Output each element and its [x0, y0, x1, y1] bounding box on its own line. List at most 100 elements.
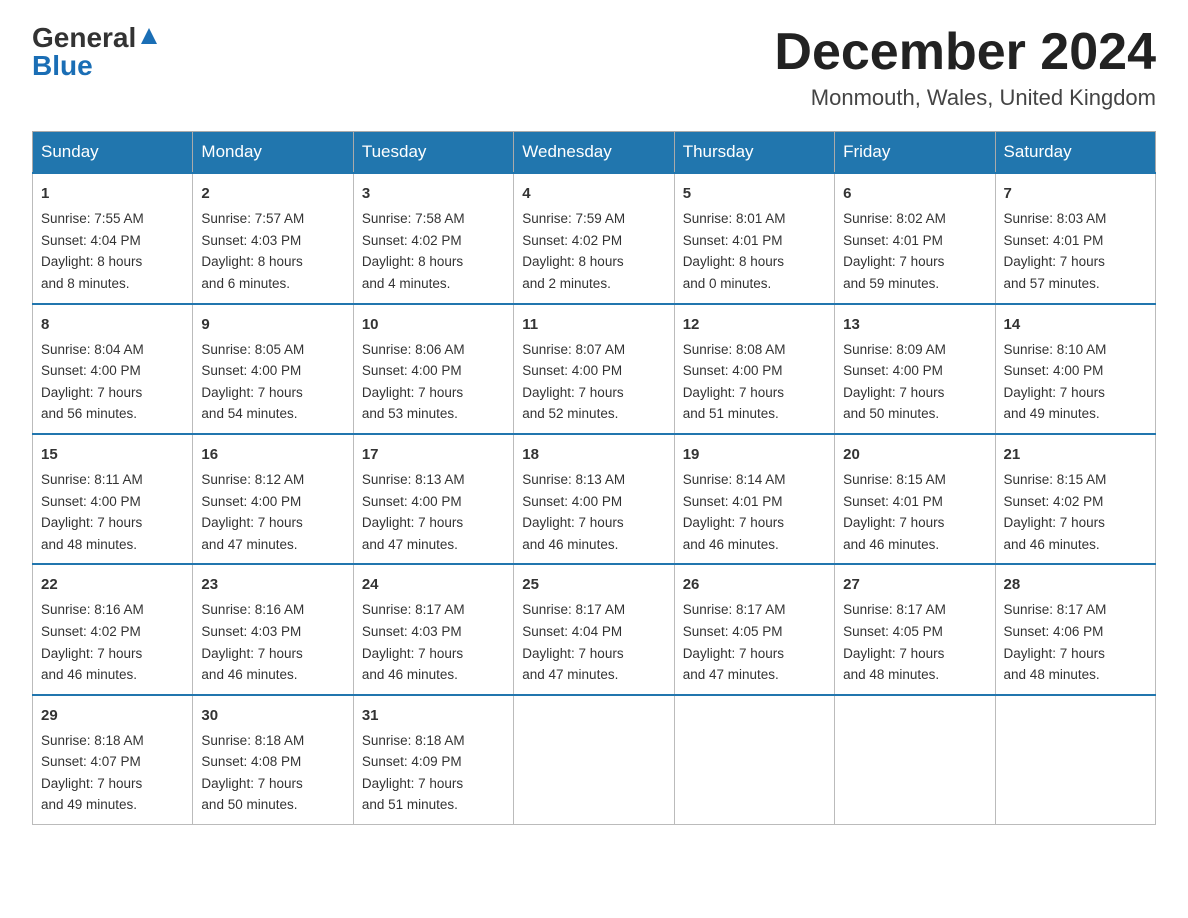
day-number: 22: [41, 573, 184, 597]
day-info: Sunrise: 8:12 AM Sunset: 4:00 PM Dayligh…: [201, 469, 344, 555]
day-number: 28: [1004, 573, 1147, 597]
day-number: 21: [1004, 443, 1147, 467]
day-info: Sunrise: 8:02 AM Sunset: 4:01 PM Dayligh…: [843, 208, 986, 294]
day-number: 27: [843, 573, 986, 597]
calendar-cell: 26Sunrise: 8:17 AM Sunset: 4:05 PM Dayli…: [674, 564, 834, 694]
day-number: 2: [201, 182, 344, 206]
calendar-cell: 27Sunrise: 8:17 AM Sunset: 4:05 PM Dayli…: [835, 564, 995, 694]
calendar-cell: 19Sunrise: 8:14 AM Sunset: 4:01 PM Dayli…: [674, 434, 834, 564]
calendar-cell: 12Sunrise: 8:08 AM Sunset: 4:00 PM Dayli…: [674, 304, 834, 434]
day-number: 16: [201, 443, 344, 467]
calendar-table: SundayMondayTuesdayWednesdayThursdayFrid…: [32, 131, 1156, 825]
calendar-cell: [514, 695, 674, 825]
day-number: 31: [362, 704, 505, 728]
day-number: 8: [41, 313, 184, 337]
calendar-cell: 18Sunrise: 8:13 AM Sunset: 4:00 PM Dayli…: [514, 434, 674, 564]
day-number: 5: [683, 182, 826, 206]
header-monday: Monday: [193, 132, 353, 174]
calendar-cell: 30Sunrise: 8:18 AM Sunset: 4:08 PM Dayli…: [193, 695, 353, 825]
calendar-cell: 4Sunrise: 7:59 AM Sunset: 4:02 PM Daylig…: [514, 173, 674, 303]
calendar-cell: 9Sunrise: 8:05 AM Sunset: 4:00 PM Daylig…: [193, 304, 353, 434]
day-info: Sunrise: 8:17 AM Sunset: 4:05 PM Dayligh…: [683, 599, 826, 685]
calendar-cell: 24Sunrise: 8:17 AM Sunset: 4:03 PM Dayli…: [353, 564, 513, 694]
day-number: 18: [522, 443, 665, 467]
header-saturday: Saturday: [995, 132, 1155, 174]
calendar-cell: 5Sunrise: 8:01 AM Sunset: 4:01 PM Daylig…: [674, 173, 834, 303]
header-friday: Friday: [835, 132, 995, 174]
header-tuesday: Tuesday: [353, 132, 513, 174]
day-number: 7: [1004, 182, 1147, 206]
calendar-cell: 16Sunrise: 8:12 AM Sunset: 4:00 PM Dayli…: [193, 434, 353, 564]
day-number: 23: [201, 573, 344, 597]
day-number: 12: [683, 313, 826, 337]
calendar-cell: 17Sunrise: 8:13 AM Sunset: 4:00 PM Dayli…: [353, 434, 513, 564]
day-info: Sunrise: 7:59 AM Sunset: 4:02 PM Dayligh…: [522, 208, 665, 294]
calendar-cell: 8Sunrise: 8:04 AM Sunset: 4:00 PM Daylig…: [33, 304, 193, 434]
day-info: Sunrise: 8:04 AM Sunset: 4:00 PM Dayligh…: [41, 339, 184, 425]
logo-triangle-icon: [139, 26, 159, 46]
day-info: Sunrise: 8:17 AM Sunset: 4:06 PM Dayligh…: [1004, 599, 1147, 685]
day-info: Sunrise: 7:57 AM Sunset: 4:03 PM Dayligh…: [201, 208, 344, 294]
day-number: 9: [201, 313, 344, 337]
day-info: Sunrise: 8:07 AM Sunset: 4:00 PM Dayligh…: [522, 339, 665, 425]
calendar-cell: 3Sunrise: 7:58 AM Sunset: 4:02 PM Daylig…: [353, 173, 513, 303]
calendar-cell: 14Sunrise: 8:10 AM Sunset: 4:00 PM Dayli…: [995, 304, 1155, 434]
day-info: Sunrise: 8:05 AM Sunset: 4:00 PM Dayligh…: [201, 339, 344, 425]
calendar-cell: 2Sunrise: 7:57 AM Sunset: 4:03 PM Daylig…: [193, 173, 353, 303]
day-info: Sunrise: 8:13 AM Sunset: 4:00 PM Dayligh…: [362, 469, 505, 555]
logo-blue: Blue: [32, 52, 93, 80]
week-row-1: 1Sunrise: 7:55 AM Sunset: 4:04 PM Daylig…: [33, 173, 1156, 303]
day-info: Sunrise: 8:16 AM Sunset: 4:02 PM Dayligh…: [41, 599, 184, 685]
calendar-cell: 28Sunrise: 8:17 AM Sunset: 4:06 PM Dayli…: [995, 564, 1155, 694]
day-number: 20: [843, 443, 986, 467]
day-number: 14: [1004, 313, 1147, 337]
day-number: 11: [522, 313, 665, 337]
logo-general: General: [32, 24, 136, 52]
day-number: 17: [362, 443, 505, 467]
day-number: 4: [522, 182, 665, 206]
day-number: 19: [683, 443, 826, 467]
calendar-cell: [995, 695, 1155, 825]
day-info: Sunrise: 8:11 AM Sunset: 4:00 PM Dayligh…: [41, 469, 184, 555]
calendar-cell: 6Sunrise: 8:02 AM Sunset: 4:01 PM Daylig…: [835, 173, 995, 303]
calendar-header-row: SundayMondayTuesdayWednesdayThursdayFrid…: [33, 132, 1156, 174]
week-row-4: 22Sunrise: 8:16 AM Sunset: 4:02 PM Dayli…: [33, 564, 1156, 694]
header-thursday: Thursday: [674, 132, 834, 174]
day-number: 3: [362, 182, 505, 206]
day-info: Sunrise: 8:03 AM Sunset: 4:01 PM Dayligh…: [1004, 208, 1147, 294]
day-info: Sunrise: 8:18 AM Sunset: 4:08 PM Dayligh…: [201, 730, 344, 816]
calendar-cell: 22Sunrise: 8:16 AM Sunset: 4:02 PM Dayli…: [33, 564, 193, 694]
calendar-cell: 13Sunrise: 8:09 AM Sunset: 4:00 PM Dayli…: [835, 304, 995, 434]
logo: General Blue: [32, 24, 159, 80]
calendar-cell: [674, 695, 834, 825]
week-row-2: 8Sunrise: 8:04 AM Sunset: 4:00 PM Daylig…: [33, 304, 1156, 434]
calendar-cell: 1Sunrise: 7:55 AM Sunset: 4:04 PM Daylig…: [33, 173, 193, 303]
day-info: Sunrise: 8:06 AM Sunset: 4:00 PM Dayligh…: [362, 339, 505, 425]
page-header: General Blue December 2024 Monmouth, Wal…: [32, 24, 1156, 111]
calendar-cell: 29Sunrise: 8:18 AM Sunset: 4:07 PM Dayli…: [33, 695, 193, 825]
day-info: Sunrise: 8:15 AM Sunset: 4:02 PM Dayligh…: [1004, 469, 1147, 555]
title-area: December 2024 Monmouth, Wales, United Ki…: [774, 24, 1156, 111]
day-number: 15: [41, 443, 184, 467]
calendar-cell: [835, 695, 995, 825]
day-info: Sunrise: 8:14 AM Sunset: 4:01 PM Dayligh…: [683, 469, 826, 555]
day-number: 29: [41, 704, 184, 728]
header-wednesday: Wednesday: [514, 132, 674, 174]
calendar-cell: 23Sunrise: 8:16 AM Sunset: 4:03 PM Dayli…: [193, 564, 353, 694]
day-info: Sunrise: 8:17 AM Sunset: 4:05 PM Dayligh…: [843, 599, 986, 685]
calendar-cell: 11Sunrise: 8:07 AM Sunset: 4:00 PM Dayli…: [514, 304, 674, 434]
calendar-cell: 10Sunrise: 8:06 AM Sunset: 4:00 PM Dayli…: [353, 304, 513, 434]
calendar-cell: 20Sunrise: 8:15 AM Sunset: 4:01 PM Dayli…: [835, 434, 995, 564]
day-info: Sunrise: 8:13 AM Sunset: 4:00 PM Dayligh…: [522, 469, 665, 555]
calendar-cell: 21Sunrise: 8:15 AM Sunset: 4:02 PM Dayli…: [995, 434, 1155, 564]
day-info: Sunrise: 8:18 AM Sunset: 4:07 PM Dayligh…: [41, 730, 184, 816]
day-info: Sunrise: 8:01 AM Sunset: 4:01 PM Dayligh…: [683, 208, 826, 294]
day-info: Sunrise: 7:58 AM Sunset: 4:02 PM Dayligh…: [362, 208, 505, 294]
day-info: Sunrise: 8:17 AM Sunset: 4:04 PM Dayligh…: [522, 599, 665, 685]
day-number: 6: [843, 182, 986, 206]
day-number: 25: [522, 573, 665, 597]
week-row-5: 29Sunrise: 8:18 AM Sunset: 4:07 PM Dayli…: [33, 695, 1156, 825]
day-info: Sunrise: 8:08 AM Sunset: 4:00 PM Dayligh…: [683, 339, 826, 425]
day-number: 10: [362, 313, 505, 337]
day-info: Sunrise: 8:09 AM Sunset: 4:00 PM Dayligh…: [843, 339, 986, 425]
